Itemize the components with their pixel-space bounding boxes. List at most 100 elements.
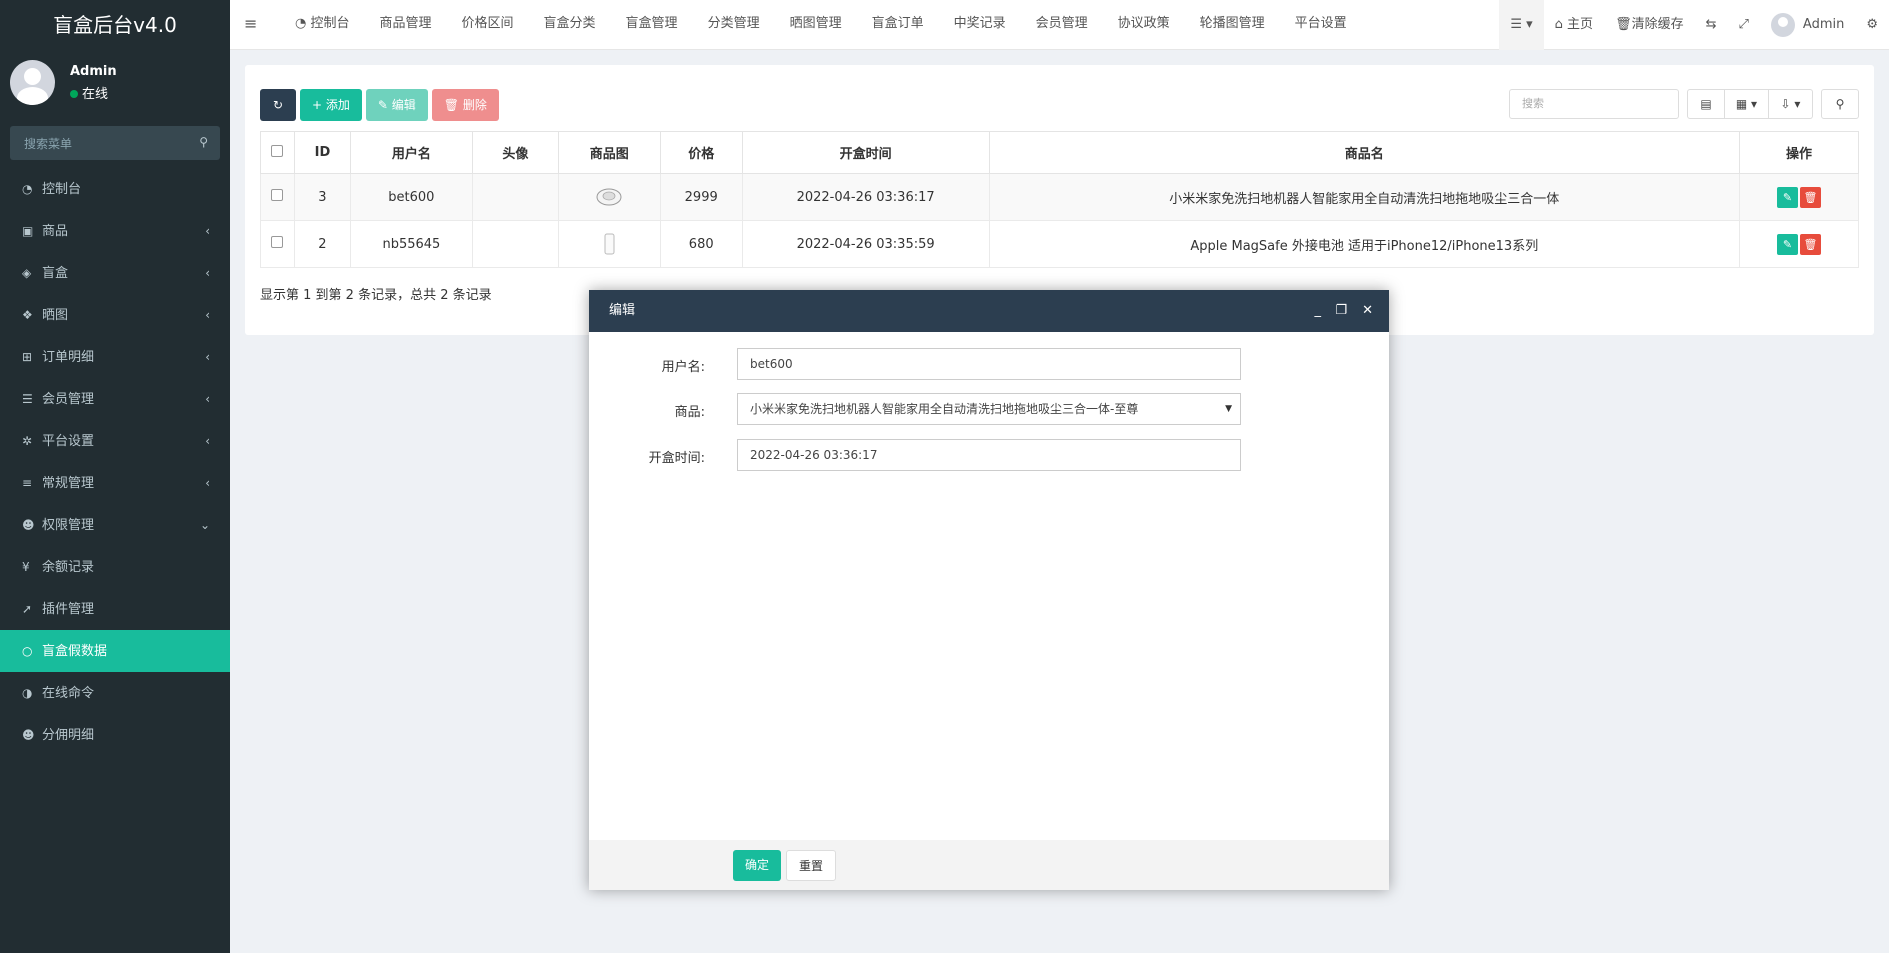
table-search-input[interactable]: 搜索 [1509, 89, 1679, 119]
clear-cache-button[interactable]: 🗑清除缓存 [1604, 0, 1695, 50]
nav-item-price-range[interactable]: 价格区间 [447, 0, 529, 50]
sidebar-item-label: 平台设置 [42, 434, 95, 449]
cell-actions: ✎ 🗑 [1739, 173, 1859, 221]
cell-avatar [471, 220, 559, 268]
sidebar-item-commission[interactable]: ☻ 分佣明细 [0, 714, 230, 756]
nav-item-category-manage[interactable]: 分类管理 [693, 0, 775, 50]
nav-item-photo-manage[interactable]: 晒图管理 [775, 0, 857, 50]
circle-icon: ○ [22, 644, 33, 658]
select-all-checkbox-cell[interactable] [260, 131, 295, 174]
nav-item-dashboard[interactable]: ◔ 控制台 [280, 0, 365, 50]
nav-item-policy[interactable]: 协议政策 [1103, 0, 1185, 50]
nav-item-members[interactable]: 会员管理 [1021, 0, 1103, 50]
nav-item-banner[interactable]: 轮播图管理 [1185, 0, 1280, 50]
form-row-product: 商品: 小米米家免洗扫地机器人智能家用全自动清洗扫地拖地吸尘三合一体-至尊 ▼ [589, 393, 1389, 425]
home-icon: ⌂ [1554, 17, 1568, 32]
col-avatar[interactable]: 头像 [471, 131, 559, 174]
sidebar-item-fake-data[interactable]: ○ 盲盒假数据 [0, 630, 230, 672]
chevron-left-icon: ‹ [205, 434, 210, 448]
table-row[interactable]: 2 nb55645 680 2022-04-26 03:35:59 Apple … [260, 220, 1859, 268]
table-row[interactable]: 3 bet600 2999 2022-04-26 03:36:17 小米米家免洗… [260, 173, 1859, 221]
dashboard-icon: ◔ [22, 182, 33, 196]
sidebar-item-plugins[interactable]: ➚ 插件管理 [0, 588, 230, 630]
export-dropdown-icon[interactable]: ⇩ ▾ [1769, 89, 1813, 119]
add-button[interactable]: + 添加 [300, 89, 362, 121]
row-delete-button[interactable]: 🗑 [1800, 186, 1821, 208]
row-checkbox[interactable] [271, 189, 284, 201]
row-checkbox[interactable] [271, 236, 284, 248]
sidebar-item-online-command[interactable]: ◑ 在线命令 [0, 672, 230, 714]
home-link[interactable]: ⌂ 主页 [1544, 0, 1604, 50]
translate-icon[interactable]: ⇆ [1695, 0, 1728, 50]
row-checkbox-cell[interactable] [260, 173, 295, 221]
nav-item-box-orders[interactable]: 盲盒订单 [857, 0, 939, 50]
col-product-name[interactable]: 商品名 [988, 131, 1741, 174]
col-open-time[interactable]: 开盒时间 [741, 131, 990, 174]
nav-item-goods[interactable]: 商品管理 [365, 0, 447, 50]
sidebar-item-photos[interactable]: ❖ 晒图 ‹ [0, 294, 230, 336]
sidebar-item-general[interactable]: ≡ 常规管理 ‹ [0, 462, 230, 504]
nav-item-platform[interactable]: 平台设置 [1280, 0, 1362, 50]
select-all-checkbox[interactable] [271, 144, 284, 157]
row-edit-button[interactable]: ✎ [1777, 186, 1798, 208]
columns-dropdown-icon[interactable]: ▦ ▾ [1725, 89, 1769, 119]
form-row-username: 用户名: bet600 [589, 348, 1389, 380]
sidebar-item-blindbox[interactable]: ◈ 盲盒 ‹ [0, 252, 230, 294]
maximize-icon[interactable]: ❐ [1335, 290, 1347, 332]
username-field[interactable]: bet600 [737, 348, 1241, 380]
delete-button[interactable]: 🗑 删除 [431, 89, 499, 121]
refresh-button[interactable]: ↻ [260, 89, 296, 121]
close-icon[interactable]: ✕ [1362, 290, 1373, 332]
database-icon: ≡ [22, 476, 33, 490]
toggle-view-icon[interactable]: ▤ [1687, 89, 1725, 119]
app-title[interactable]: 盲盒后台v4.0 [0, 0, 230, 50]
cell-avatar [471, 173, 559, 221]
sidebar-item-auth[interactable]: ☻ 权限管理 ⌄ [0, 504, 230, 546]
sidebar-item-goods[interactable]: ▣ 商品 ‹ [0, 210, 230, 252]
form-row-time: 开盒时间: 2022-04-26 03:36:17 [589, 439, 1389, 471]
col-actions[interactable]: 操作 [1739, 131, 1859, 174]
col-username[interactable]: 用户名 [349, 131, 473, 174]
open-time-field[interactable]: 2022-04-26 03:36:17 [737, 439, 1241, 471]
nav-item-box-category[interactable]: 盲盒分类 [529, 0, 611, 50]
row-checkbox-cell[interactable] [260, 220, 295, 268]
home-label: 主页 [1567, 17, 1594, 32]
shopping-bag-icon: ▣ [22, 224, 34, 238]
fullscreen-icon[interactable]: ⤢ [1728, 0, 1760, 50]
col-id[interactable]: ID [293, 131, 351, 174]
product-select[interactable]: 小米米家免洗扫地机器人智能家用全自动清洗扫地拖地吸尘三合一体-至尊 ▼ [737, 393, 1241, 425]
sidebar-item-balance[interactable]: ¥ 余额记录 [0, 546, 230, 588]
menu-toggle-icon[interactable]: ≡ [244, 14, 257, 33]
robot-vacuum-thumbnail[interactable] [595, 185, 623, 209]
row-delete-button[interactable]: 🗑 [1800, 233, 1821, 255]
yen-icon: ¥ [22, 560, 30, 574]
sidebar-search-input[interactable]: 搜索菜单 ⚲ [10, 126, 220, 160]
nav-menu-dropdown[interactable]: ☰ ▾ [1499, 0, 1544, 50]
time-label: 开盒时间: [648, 451, 705, 466]
confirm-button[interactable]: 确定 [733, 850, 782, 881]
pagination-summary: 显示第 1 到第 2 条记录，总共 2 条记录 [260, 288, 492, 303]
settings-icon[interactable]: ⚙ [1855, 0, 1889, 50]
sidebar-item-dashboard[interactable]: ◔ 控制台 [0, 168, 230, 210]
admin-menu[interactable]: Admin [1760, 0, 1855, 50]
sidebar-item-platform[interactable]: ✲ 平台设置 ‹ [0, 420, 230, 462]
advanced-search-icon[interactable]: ⚲ [1821, 89, 1859, 119]
toolbar: ↻ + 添加 ✎ 编辑 🗑 删除 [260, 89, 503, 121]
online-dot-icon [70, 90, 78, 98]
chevron-left-icon: ‹ [205, 308, 210, 322]
row-edit-button[interactable]: ✎ [1777, 233, 1798, 255]
col-product-image[interactable]: 商品图 [557, 131, 661, 174]
minimize-icon[interactable]: _ [1315, 290, 1322, 332]
battery-pack-thumbnail[interactable] [595, 232, 623, 256]
sidebar-item-orders[interactable]: ⊞ 订单明细 ‹ [0, 336, 230, 378]
cell-actions: ✎ 🗑 [1739, 220, 1859, 268]
nav-item-box-manage[interactable]: 盲盒管理 [611, 0, 693, 50]
modal-footer: 确定 重置 [589, 840, 1389, 890]
reset-button[interactable]: 重置 [786, 850, 837, 881]
search-icon[interactable]: ⚲ [199, 135, 208, 149]
sidebar-item-members[interactable]: ☰ 会员管理 ‹ [0, 378, 230, 420]
sidebar-item-label: 订单明细 [42, 350, 95, 365]
nav-item-prize-records[interactable]: 中奖记录 [939, 0, 1021, 50]
edit-button[interactable]: ✎ 编辑 [365, 89, 428, 121]
col-price[interactable]: 价格 [659, 131, 743, 174]
